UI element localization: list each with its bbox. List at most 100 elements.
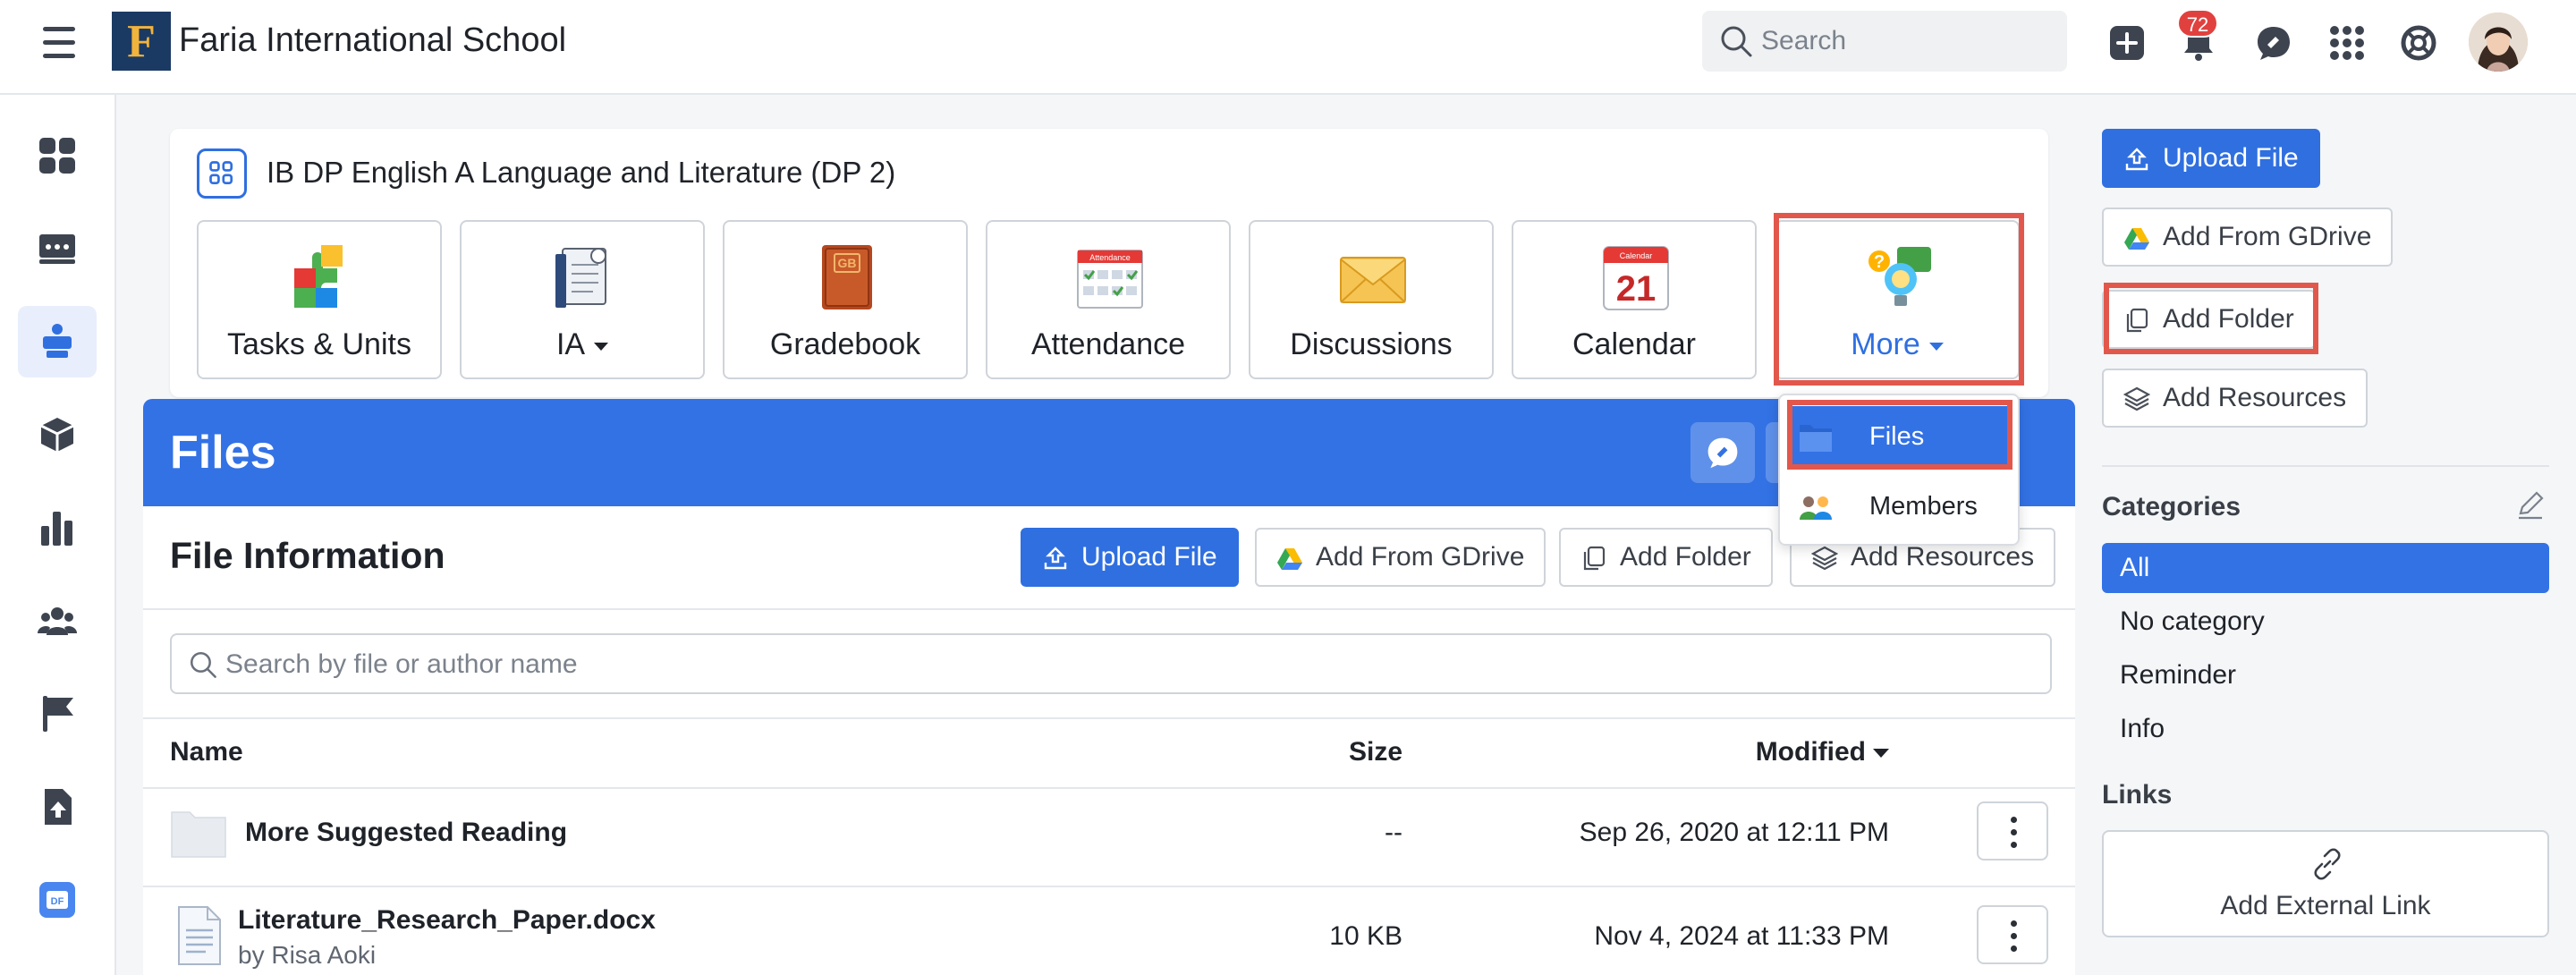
nav-upload[interactable] (18, 771, 97, 843)
tool-more[interactable]: ? More (1775, 220, 2020, 379)
cube-icon (40, 418, 74, 452)
google-drive-icon (2124, 228, 2149, 250)
nav-analytics[interactable] (18, 492, 97, 564)
nav-people[interactable] (18, 585, 97, 657)
column-header-size[interactable]: Size (1349, 737, 1402, 767)
puzzle-icon (294, 245, 343, 308)
notification-badge: 72 (2177, 9, 2218, 38)
add-external-link-button[interactable]: Add External Link (2102, 830, 2549, 937)
left-navigation: DF (0, 95, 116, 975)
tool-tasks-units[interactable]: Tasks & Units (197, 220, 442, 379)
table-row[interactable]: Literature_Research_Paper.docx by Risa A… (143, 887, 2075, 975)
tool-calendar[interactable]: Calendar 21 Calendar (1512, 220, 1757, 379)
chat-icon[interactable] (2254, 23, 2293, 63)
class-grid-icon[interactable] (197, 148, 247, 199)
document-icon (178, 906, 221, 965)
search-icon (190, 651, 216, 678)
global-search-input[interactable] (1761, 21, 2047, 61)
links-heading: Links (2102, 780, 2173, 810)
school-name[interactable]: Faria International School (179, 21, 566, 60)
layers-icon (2123, 386, 2150, 411)
add-folder-button[interactable]: Add Folder (1559, 528, 1773, 587)
nav-resources[interactable] (18, 399, 97, 471)
file-modified: Sep 26, 2020 at 12:11 PM (1579, 818, 1889, 847)
nav-teaching[interactable] (18, 306, 97, 377)
df-app-icon: DF (39, 882, 75, 918)
tool-label: More (1776, 327, 2018, 362)
file-search[interactable] (170, 633, 2052, 694)
members-icon (1800, 496, 1832, 520)
nav-df-app[interactable]: DF (18, 864, 97, 936)
attendance-calendar-icon: Attendance (1077, 250, 1143, 309)
school-logo[interactable]: F (112, 12, 171, 71)
flag-icon (43, 696, 73, 732)
layers-icon (1811, 546, 1838, 571)
folder-icon (1800, 425, 1832, 452)
tool-label: IA (462, 327, 703, 362)
divider (143, 717, 2075, 719)
chevron-down-icon (594, 342, 609, 351)
file-information-title: File Information (170, 535, 445, 576)
menu-item-label: Members (1869, 492, 1978, 521)
categories-heading: Categories (2102, 492, 2241, 521)
side-add-resources-button[interactable]: Add Resources (2102, 369, 2368, 428)
add-icon[interactable] (2107, 23, 2147, 63)
hamburger-menu-icon[interactable] (43, 25, 75, 61)
analytics-icon (41, 512, 72, 546)
question-bulb-icon: ? (1868, 247, 1931, 306)
file-name[interactable]: Literature_Research_Paper.docx (238, 905, 656, 936)
row-actions-button[interactable] (1977, 801, 2048, 861)
menu-item-members[interactable]: Members (1787, 476, 2012, 538)
upload-file-button[interactable]: Upload File (1021, 528, 1239, 587)
teaching-icon (43, 324, 72, 358)
menu-item-files[interactable]: Files (1787, 406, 2012, 469)
help-lifebuoy-icon[interactable] (2399, 23, 2438, 63)
files-title: Files (170, 427, 276, 479)
nav-goals[interactable] (18, 678, 97, 750)
google-drive-icon (1277, 548, 1302, 570)
side-add-folder-button[interactable]: Add Folder (2102, 290, 2316, 349)
svg-text:F: F (127, 16, 156, 67)
side-upload-file-button[interactable]: Upload File (2102, 129, 2320, 188)
table-row[interactable]: More Suggested Reading -- Sep 26, 2020 a… (143, 789, 2075, 886)
row-actions-button[interactable] (1977, 905, 2048, 964)
category-reminder[interactable]: Reminder (2102, 650, 2549, 700)
add-from-gdrive-button[interactable]: Add From GDrive (1255, 528, 1546, 587)
link-icon (2314, 848, 2341, 880)
category-no-category[interactable]: No category (2102, 597, 2549, 647)
side-add-from-gdrive-button[interactable]: Add From GDrive (2102, 208, 2394, 267)
category-all[interactable]: All (2102, 543, 2549, 593)
people-icon (38, 607, 77, 635)
tool-gradebook[interactable]: GB Gradebook (723, 220, 968, 379)
calendar-icon: Calendar 21 (1603, 246, 1669, 310)
tool-label: Tasks & Units (227, 327, 411, 361)
tool-label: Calendar (1572, 327, 1696, 361)
tool-ia[interactable]: IA (460, 220, 705, 379)
tool-label: Gradebook (769, 327, 921, 361)
more-dropdown-menu: Files Members (1778, 394, 2020, 546)
nav-classes[interactable] (18, 213, 97, 284)
divider (143, 608, 2075, 610)
user-avatar[interactable] (2469, 13, 2528, 72)
tool-label: Attendance (1030, 327, 1186, 361)
top-bar: F Faria International School 72 (0, 0, 2576, 95)
files-chat-button[interactable] (1690, 422, 1755, 483)
file-author: by Risa Aoki (238, 941, 377, 969)
svg-text:Attendance: Attendance (1089, 253, 1131, 262)
tool-discussions[interactable]: Discussions (1249, 220, 1494, 379)
global-search[interactable] (1702, 11, 2067, 72)
tool-attendance[interactable]: Attendance Attendance (986, 220, 1231, 379)
file-name[interactable]: More Suggested Reading (245, 818, 567, 848)
folder-icon (171, 811, 226, 858)
file-search-input[interactable] (225, 646, 1925, 683)
classes-icon (39, 234, 75, 264)
edit-pencil-icon[interactable] (2515, 490, 2546, 521)
column-header-modified[interactable]: Modified (1756, 737, 1889, 767)
column-header-name[interactable]: Name (170, 737, 243, 767)
search-icon (1721, 26, 1752, 57)
apps-grid-icon[interactable] (2327, 23, 2367, 63)
category-info[interactable]: Info (2102, 704, 2549, 754)
dashboard-icon (39, 138, 75, 174)
tool-label: Discussions (1290, 327, 1453, 361)
nav-dashboard[interactable] (18, 120, 97, 191)
